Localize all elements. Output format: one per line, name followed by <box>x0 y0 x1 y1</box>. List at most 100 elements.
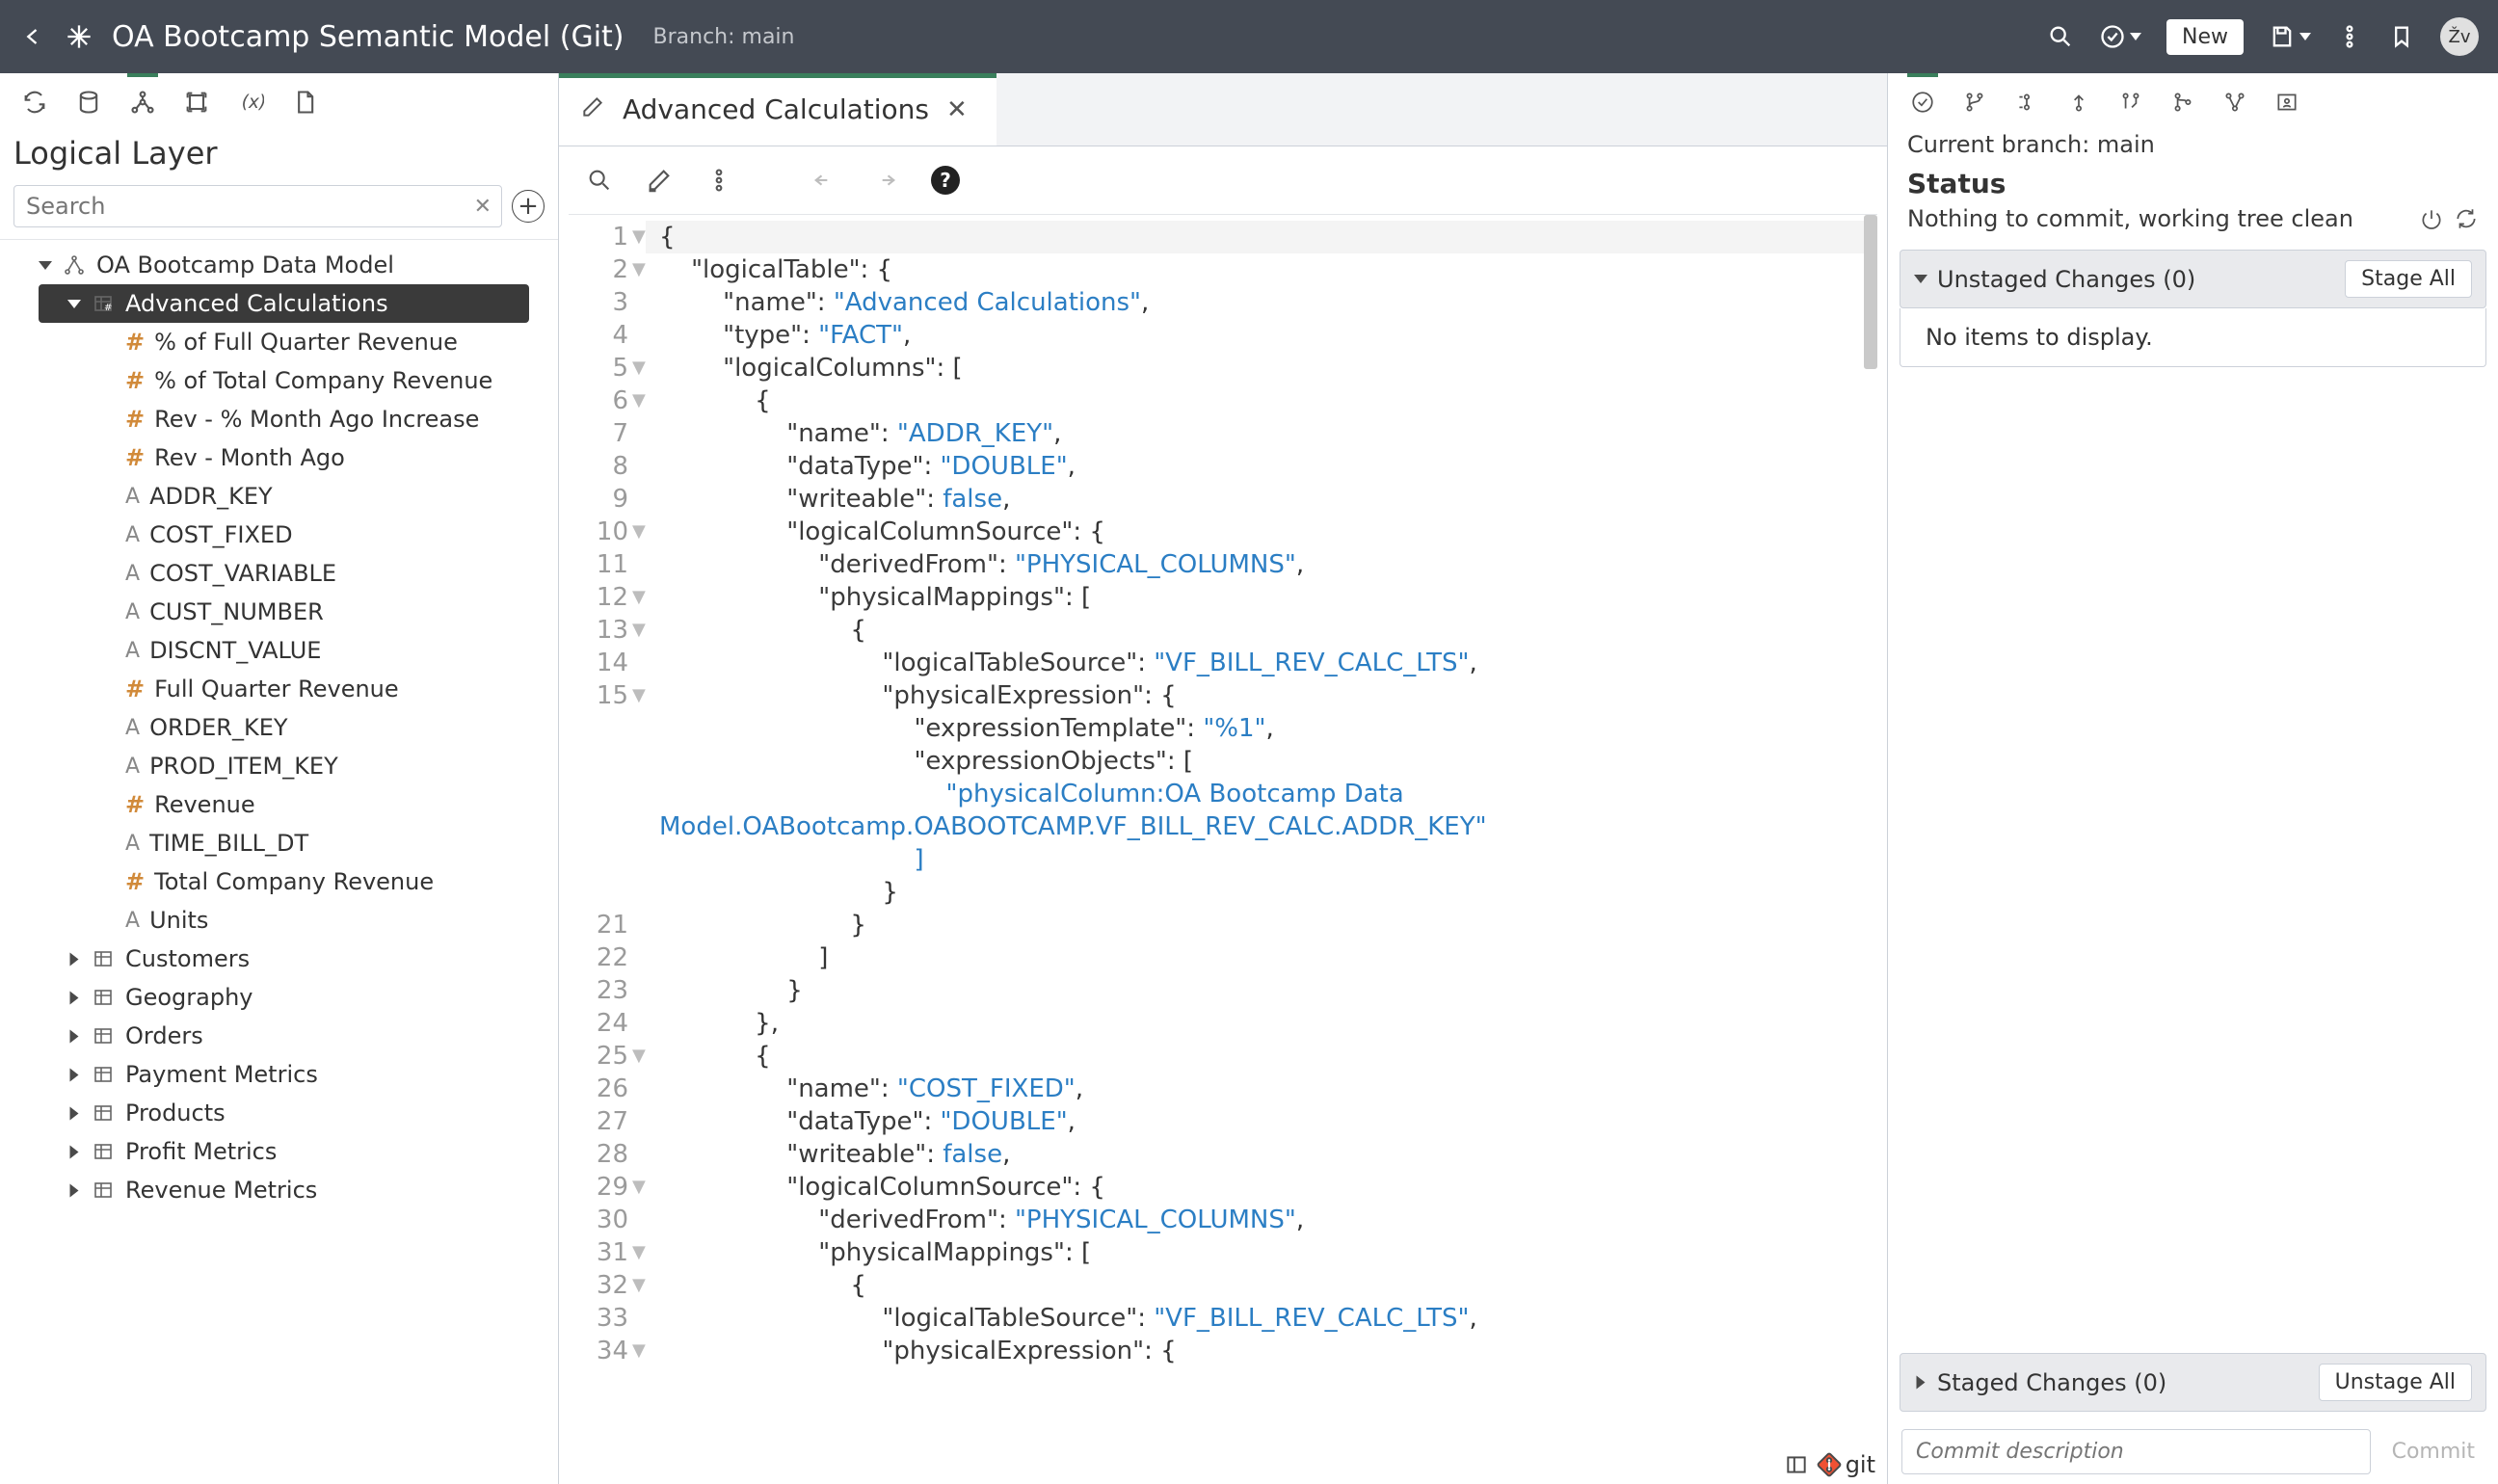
tree-label: COST_FIXED <box>149 521 293 548</box>
tree-table[interactable]: Products <box>0 1094 558 1132</box>
search-input[interactable] <box>24 192 474 221</box>
kebab-icon <box>705 167 732 194</box>
search-button[interactable] <box>2047 23 2074 50</box>
help-button[interactable]: ? <box>931 166 960 195</box>
tab-remote[interactable] <box>2272 87 2302 118</box>
undo-button[interactable] <box>811 167 838 194</box>
current-branch: Current branch: main <box>1888 125 2498 168</box>
tree-label: CUST_NUMBER <box>149 598 324 625</box>
panel-toggle-icon[interactable] <box>1784 1452 1809 1477</box>
tree-column[interactable]: #Full Quarter Revenue <box>0 670 558 708</box>
overflow-menu[interactable] <box>2336 23 2363 50</box>
unstage-all-button[interactable]: Unstage All <box>2319 1364 2472 1401</box>
tab-logical[interactable] <box>127 87 158 118</box>
attribute-icon: A <box>125 909 140 933</box>
tree-column[interactable]: #Total Company Revenue <box>0 862 558 901</box>
bookmark-button[interactable] <box>2388 23 2415 50</box>
tree-column[interactable]: ACOST_VARIABLE <box>0 554 558 593</box>
tab-close-button[interactable]: ✕ <box>946 95 968 124</box>
tree-label: Revenue Metrics <box>125 1177 317 1204</box>
file-icon <box>291 89 318 116</box>
more-button[interactable] <box>705 167 732 194</box>
editor-tab[interactable]: Advanced Calculations ✕ <box>559 73 997 146</box>
tab-pull[interactable] <box>2115 87 2146 118</box>
refresh-icon <box>2454 206 2479 231</box>
layer-title: Logical Layer <box>0 127 558 177</box>
tree-label: Advanced Calculations <box>125 290 388 317</box>
table-icon <box>92 1140 115 1163</box>
scrollbar[interactable] <box>1864 215 1877 1484</box>
tab-status[interactable] <box>1907 87 1938 118</box>
commits-icon <box>2014 90 2039 115</box>
tab-history[interactable] <box>2011 87 2042 118</box>
tab-push[interactable] <box>2063 87 2094 118</box>
tree-label: Payment Metrics <box>125 1061 318 1088</box>
search-box[interactable]: ✕ <box>13 185 502 227</box>
tree-label: Total Company Revenue <box>154 868 434 895</box>
tree-column[interactable]: ATIME_BILL_DT <box>0 824 558 862</box>
tree-column[interactable]: AORDER_KEY <box>0 708 558 747</box>
center-panel: Advanced Calculations ✕ ? 1 ▼2 ▼3 4 5 ▼6… <box>559 73 1887 1484</box>
refresh-button[interactable] <box>2454 206 2479 231</box>
tree-column[interactable]: #Rev - % Month Ago Increase <box>0 400 558 438</box>
arrow-left-icon <box>19 23 46 50</box>
tab-physical[interactable] <box>73 87 104 118</box>
tree-table[interactable]: Geography <box>0 978 558 1017</box>
back-button[interactable] <box>19 23 46 50</box>
tab-variables[interactable]: (x) <box>235 87 266 118</box>
unstaged-section[interactable]: Unstaged Changes (0) Stage All <box>1900 250 2486 308</box>
tree-column[interactable]: ACOST_FIXED <box>0 516 558 554</box>
tab-branches[interactable] <box>1959 87 1990 118</box>
tree-column[interactable]: #Revenue <box>0 785 558 824</box>
table-icon <box>92 1024 115 1047</box>
stage-all-button[interactable]: Stage All <box>2345 260 2472 298</box>
check-menu[interactable] <box>2099 23 2141 50</box>
save-icon <box>2269 23 2296 50</box>
tree-table[interactable]: Customers <box>0 940 558 978</box>
tree-table[interactable]: Revenue Metrics <box>0 1171 558 1209</box>
tab-tags[interactable] <box>2219 87 2250 118</box>
topbar: OA Bootcamp Semantic Model (Git) Branch:… <box>0 0 2498 73</box>
database-icon <box>75 89 102 116</box>
save-menu[interactable] <box>2269 23 2311 50</box>
code-area[interactable]: { "logicalTable": { "name": "Advanced Ca… <box>646 215 1877 1484</box>
clear-search-button[interactable]: ✕ <box>474 195 492 219</box>
tree-column[interactable]: ADISCNT_VALUE <box>0 631 558 670</box>
add-button[interactable]: + <box>512 190 545 223</box>
code-editor[interactable]: 1 ▼2 ▼3 4 5 ▼6 ▼7 8 9 10 ▼11 12 ▼13 ▼14 … <box>569 214 1877 1484</box>
tree-column[interactable]: #% of Full Quarter Revenue <box>0 323 558 361</box>
commit-description-input[interactable] <box>1901 1429 2371 1474</box>
edit-icon <box>580 94 605 119</box>
tree-table[interactable]: Profit Metrics <box>0 1132 558 1171</box>
tree-column[interactable]: #% of Total Company Revenue <box>0 361 558 400</box>
model-icon <box>63 253 86 277</box>
power-button[interactable] <box>2419 206 2444 231</box>
tab-merge[interactable] <box>2167 87 2198 118</box>
tree-column[interactable]: ACUST_NUMBER <box>0 593 558 631</box>
tree-column[interactable]: APROD_ITEM_KEY <box>0 747 558 785</box>
tree-label: COST_VARIABLE <box>149 560 336 587</box>
edit-toggle[interactable] <box>646 167 673 194</box>
no-items-label: No items to display. <box>1900 308 2486 367</box>
find-button[interactable] <box>586 167 613 194</box>
tree-selected[interactable]: # Advanced Calculations <box>39 284 529 323</box>
new-button[interactable]: New <box>2166 19 2244 55</box>
staged-section[interactable]: Staged Changes (0) Unstage All <box>1900 1353 2486 1412</box>
tab-files[interactable] <box>289 87 320 118</box>
tree-root[interactable]: OA Bootcamp Data Model <box>0 246 558 284</box>
user-avatar[interactable]: Žv <box>2440 17 2479 56</box>
tab-presentation[interactable] <box>181 87 212 118</box>
tree-column[interactable]: AUnits <box>0 901 558 940</box>
attribute-icon: A <box>125 639 140 663</box>
tab-connections[interactable] <box>19 87 50 118</box>
tree-column[interactable]: AADDR_KEY <box>0 477 558 516</box>
tree-table[interactable]: Orders <box>0 1017 558 1055</box>
redo-button[interactable] <box>871 167 898 194</box>
commit-button[interactable]: Commit <box>2382 1432 2485 1471</box>
check-circle-icon <box>2099 23 2126 50</box>
nav-tree[interactable]: OA Bootcamp Data Model # Advanced Calcul… <box>0 239 558 1484</box>
undo-icon <box>811 167 838 194</box>
tree-table[interactable]: Payment Metrics <box>0 1055 558 1094</box>
snowflake-icon <box>66 23 93 50</box>
tree-column[interactable]: #Rev - Month Ago <box>0 438 558 477</box>
